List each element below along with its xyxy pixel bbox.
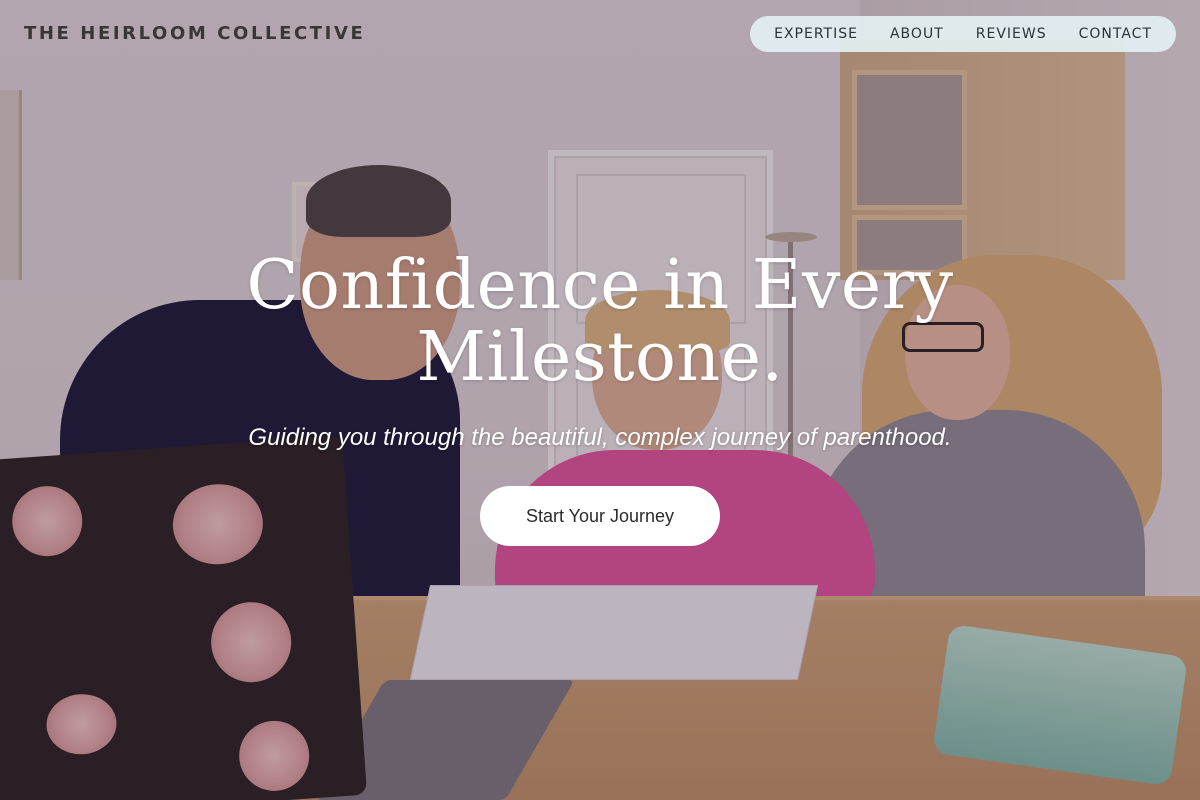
hero-subtitle: Guiding you through the beautiful, compl… xyxy=(248,424,952,451)
nav-item-reviews[interactable]: REVIEWS xyxy=(976,26,1047,42)
nav-item-contact[interactable]: CONTACT xyxy=(1079,26,1152,42)
nav-item-about[interactable]: ABOUT xyxy=(890,26,944,42)
main-nav: EXPERTISE ABOUT REVIEWS CONTACT xyxy=(750,16,1176,52)
hero-title-line-2: Milestone. xyxy=(416,318,784,397)
nav-item-expertise[interactable]: EXPERTISE xyxy=(774,26,858,42)
hero-title-line-1: Confidence in Every xyxy=(246,246,954,325)
start-journey-button[interactable]: Start Your Journey xyxy=(480,486,720,546)
hero-section: Confidence in Every Milestone. Guiding y… xyxy=(0,250,1200,546)
brand-logo[interactable]: THE HEIRLOOM COLLECTIVE xyxy=(24,23,365,44)
hero-title: Confidence in Every Milestone. xyxy=(0,250,1200,394)
